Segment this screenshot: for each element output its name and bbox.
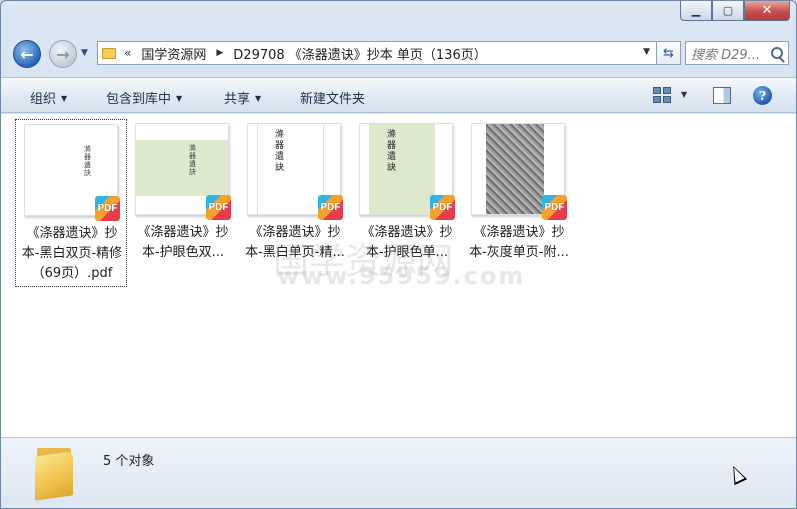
- thumb-glyph: 訣: [84, 169, 91, 177]
- file-item[interactable]: 滌 器 遺 訣 PDF 《涤器遗诀》抄本-黑白双页-精修（69页）.pdf: [15, 119, 127, 287]
- watermark-url: www.95959.com: [277, 262, 526, 290]
- file-list[interactable]: 滌 器 遺 訣 PDF 《涤器遗诀》抄本-黑白双页-精修（69页）.pdf 滌 …: [1, 114, 796, 437]
- pdf-icon: PDF: [95, 196, 120, 221]
- address-dropdown-icon[interactable]: ▼: [643, 47, 650, 57]
- explorer-window: ▁ ▢ ✕ ← → ▼ « 国学资源网 ▶ D29708 《涤器遗诀》抄本 单页…: [0, 0, 797, 509]
- thumb-glyph: 遺: [274, 152, 284, 162]
- pdf-icon: PDF: [542, 195, 567, 220]
- help-icon[interactable]: ?: [753, 86, 772, 105]
- thumb-glyph: 器: [274, 141, 284, 151]
- chevron-down-icon: ▼: [61, 94, 68, 103]
- thumb-glyph: 滌: [274, 130, 284, 140]
- thumb-glyph: 器: [189, 152, 196, 160]
- share-label: 共享: [224, 92, 251, 107]
- refresh-icon: ⇆: [663, 45, 674, 61]
- maximize-button[interactable]: ▢: [712, 1, 744, 21]
- file-name[interactable]: 《涤器遗诀》抄本-灰度单页-附...: [465, 223, 573, 263]
- share-button[interactable]: 共享 ▼: [224, 88, 261, 107]
- close-icon: ✕: [761, 3, 773, 18]
- pdf-icon: PDF: [206, 195, 231, 220]
- preview-pane-icon[interactable]: [713, 87, 731, 104]
- thumb-glyph: 遺: [189, 160, 196, 168]
- new-folder-button[interactable]: 新建文件夹: [300, 88, 365, 107]
- thumb-glyph: 滌: [189, 144, 196, 152]
- thumb-glyph: 遺: [386, 152, 396, 162]
- include-in-library-label: 包含到库中: [106, 92, 172, 107]
- pdf-icon: PDF: [430, 195, 455, 220]
- chevron-down-icon: ▼: [81, 48, 88, 58]
- arrow-right-icon: →: [56, 44, 70, 64]
- thumb-glyph: 訣: [274, 163, 284, 173]
- thumb-glyph: 滌: [386, 130, 396, 140]
- thumb-glyph: 訣: [386, 163, 396, 173]
- maximize-icon: ▢: [722, 4, 734, 17]
- organize-button[interactable]: 组织 ▼: [30, 88, 67, 107]
- close-button[interactable]: ✕: [744, 1, 790, 21]
- history-dropdown[interactable]: ▼: [81, 48, 88, 58]
- change-view-icon[interactable]: [653, 87, 671, 103]
- item-count: 5 个对象: [103, 454, 155, 469]
- new-folder-label: 新建文件夹: [300, 92, 366, 107]
- arrow-left-icon: ←: [20, 44, 34, 64]
- navigation-bar: ← → ▼ « 国学资源网 ▶ D29708 《涤器遗诀》抄本 单页（136页）…: [1, 35, 796, 71]
- minimize-icon: ▁: [691, 4, 701, 17]
- folder-icon: [102, 47, 116, 59]
- thumb-glyph: 遺: [84, 161, 91, 169]
- minimize-button[interactable]: ▁: [680, 1, 712, 21]
- breadcrumb-current[interactable]: D29708 《涤器遗诀》抄本 单页（136页）: [233, 44, 486, 63]
- chevron-down-icon: ▼: [255, 94, 262, 103]
- folder-icon: [35, 446, 75, 501]
- details-pane: 5 个对象: [1, 437, 796, 508]
- chevron-right-icon[interactable]: ▶: [216, 48, 223, 58]
- thumb-glyph: 器: [84, 153, 91, 161]
- search-input[interactable]: 搜索 D29...: [685, 41, 789, 65]
- thumb-glyph: 器: [386, 141, 396, 151]
- back-button[interactable]: ←: [13, 40, 41, 68]
- refresh-button[interactable]: ⇆: [657, 41, 681, 65]
- breadcrumb-root[interactable]: 国学资源网: [141, 44, 206, 63]
- command-bar: 组织 ▼ 包含到库中 ▼ 共享 ▼ 新建文件夹 ▼ ?: [1, 77, 796, 113]
- thumb-glyph: 滌: [84, 145, 91, 153]
- thumb-glyph: 訣: [189, 168, 196, 176]
- file-name[interactable]: 《涤器遗诀》抄本-护眼色双...: [129, 223, 237, 263]
- chevron-down-icon: ▼: [176, 94, 183, 103]
- caption-buttons: ▁ ▢ ✕: [680, 1, 790, 21]
- include-in-library-button[interactable]: 包含到库中 ▼: [106, 88, 182, 107]
- search-icon[interactable]: [771, 47, 783, 59]
- view-dropdown-icon[interactable]: ▼: [681, 90, 687, 99]
- search-placeholder: 搜索 D29...: [691, 47, 761, 63]
- organize-label: 组织: [30, 92, 57, 107]
- forward-button[interactable]: →: [49, 40, 77, 68]
- history-marker[interactable]: «: [124, 46, 131, 60]
- pdf-icon: PDF: [318, 195, 343, 220]
- mouse-cursor-icon: [726, 462, 748, 486]
- file-item[interactable]: 滌 器 遺 訣 PDF 《涤器遗诀》抄本-护眼色双...: [127, 119, 239, 287]
- address-bar[interactable]: « 国学资源网 ▶ D29708 《涤器遗诀》抄本 单页（136页） ▼: [97, 41, 657, 65]
- file-name[interactable]: 《涤器遗诀》抄本-黑白双页-精修（69页）.pdf: [18, 224, 126, 284]
